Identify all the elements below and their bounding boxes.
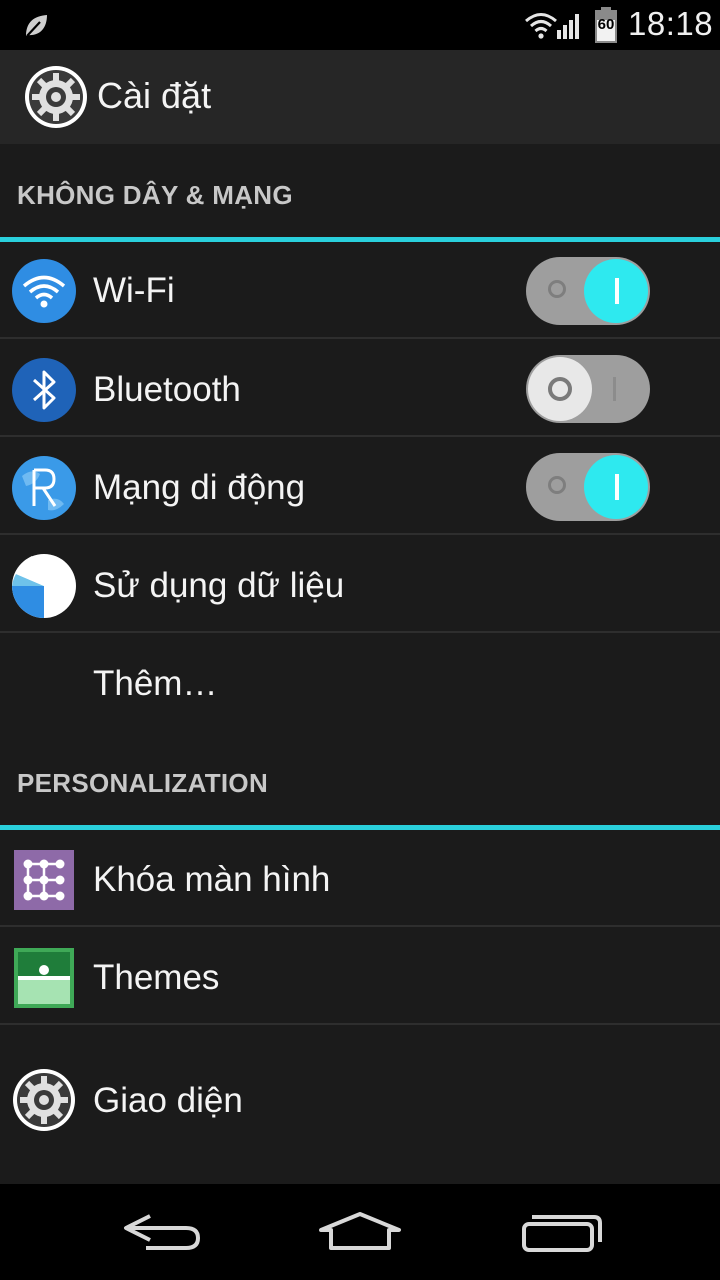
row-divider [0, 631, 720, 633]
settings-item-label: Sử dụng dữ liệu [93, 566, 345, 605]
status-clock: 18:18 [628, 5, 714, 42]
page-title: Cài đặt [97, 75, 212, 116]
battery-level: 60 [597, 16, 615, 33]
mobile-network-toggle[interactable] [526, 453, 650, 521]
row-divider [0, 533, 720, 535]
section-title: KHÔNG DÂY & MẠNG [17, 180, 293, 210]
toggle-on-mark [613, 377, 616, 401]
toggle-off-mark [548, 377, 572, 401]
recent-apps-icon[interactable] [516, 1208, 606, 1258]
mobile-network-icon [12, 456, 76, 520]
toggle-off-mark [548, 476, 566, 494]
settings-item-bluetooth[interactable]: Bluetooth [0, 340, 720, 437]
settings-item-label: Mạng di động [93, 468, 306, 507]
leaf-icon [26, 15, 47, 37]
status-bar: 60 18:18 [0, 0, 720, 50]
settings-item-lock-screen[interactable]: Khóa màn hình [0, 830, 720, 927]
home-icon[interactable] [315, 1208, 405, 1258]
settings-gear-icon[interactable] [24, 65, 88, 129]
settings-item-label: Giao diện [93, 1081, 243, 1120]
section-header-personalization: PERSONALIZATION [0, 732, 720, 830]
settings-item-label: Bluetooth [93, 370, 241, 409]
row-divider [0, 1023, 720, 1025]
section-header-wireless: KHÔNG DÂY & MẠNG [0, 144, 720, 242]
settings-item-label: Khóa màn hình [93, 860, 331, 899]
row-divider [0, 435, 720, 437]
data-usage-icon [12, 554, 76, 618]
navigation-bar [0, 1184, 720, 1280]
settings-item-display[interactable]: Giao diện [0, 1026, 720, 1184]
display-gear-icon [13, 1069, 75, 1131]
wifi-icon [525, 13, 557, 39]
signal-icon [557, 14, 579, 39]
settings-item-label: Thêm… [93, 664, 218, 703]
settings-item-mobile-network[interactable]: Mạng di động [0, 438, 720, 535]
action-bar: Cài đặt [0, 50, 720, 144]
section-title: PERSONALIZATION [17, 768, 269, 798]
settings-item-wifi[interactable]: Wi-Fi [0, 242, 720, 339]
back-icon[interactable] [116, 1208, 206, 1258]
bluetooth-icon [12, 358, 76, 422]
settings-item-label: Wi-Fi [93, 271, 175, 310]
wifi-icon [12, 259, 76, 323]
wifi-toggle[interactable] [526, 257, 650, 325]
settings-item-themes[interactable]: Themes [0, 928, 720, 1025]
settings-item-more[interactable]: Thêm… [0, 634, 720, 730]
settings-screen: 60 18:18 Cài đặt KHÔNG DÂY & MẠNG Wi-Fi … [0, 0, 720, 1280]
toggle-off-mark [548, 280, 566, 298]
bluetooth-toggle[interactable] [526, 355, 650, 423]
row-divider [0, 925, 720, 927]
lock-screen-icon [14, 850, 74, 910]
settings-item-label: Themes [93, 958, 220, 997]
row-divider [0, 337, 720, 339]
toggle-on-mark [615, 278, 619, 304]
themes-icon [14, 948, 74, 1008]
settings-item-data-usage[interactable]: Sử dụng dữ liệu [0, 536, 720, 633]
toggle-on-mark [615, 474, 619, 500]
